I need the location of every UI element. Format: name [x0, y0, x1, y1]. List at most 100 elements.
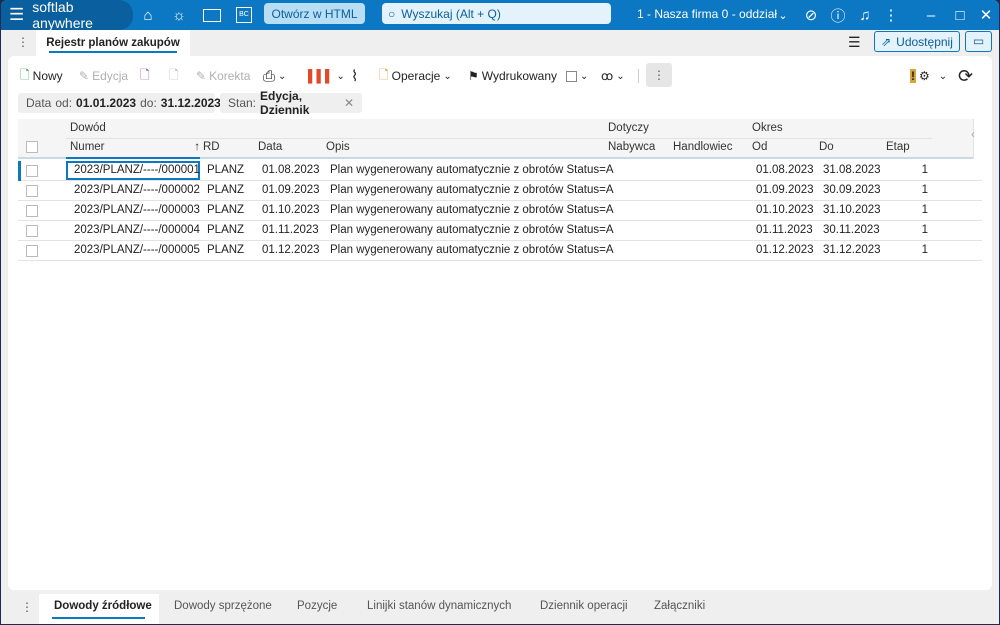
- cell-do: 30.11.2023: [823, 224, 880, 236]
- correction-button[interactable]: ✎ Korekta: [196, 66, 250, 86]
- table-row[interactable]: 2023/PLANZ/----/000005 PLANZ 01.12.2023 Pla…: [18, 241, 982, 261]
- lightbulb-icon[interactable]: ☼: [169, 5, 189, 25]
- cell-numer: 2023/PLANZ/----/000005: [74, 244, 200, 256]
- group-okres: Okres: [752, 122, 783, 134]
- cell-od: 01.11.2023: [756, 224, 813, 236]
- more-icon[interactable]: ⋮: [21, 600, 33, 614]
- tab-linijki-stanow[interactable]: Linijki stanów dynamicznych: [367, 600, 511, 612]
- tab-rejestr-planow-zakupow[interactable]: Rejestr planów zakupów: [36, 30, 190, 56]
- maximize-icon[interactable]: □: [952, 5, 968, 25]
- column-data[interactable]: Data: [258, 141, 282, 153]
- column-rd[interactable]: RD: [203, 141, 220, 153]
- chart-button[interactable]: ▌▌▌ ⌄: [308, 66, 345, 86]
- cell-etap: 1: [921, 204, 928, 216]
- close-icon[interactable]: ✕: [978, 5, 994, 25]
- tab-dowody-sprzezone[interactable]: Dowody sprzężone: [174, 600, 272, 612]
- chevron-down-icon: ⌄: [616, 70, 625, 82]
- cell-od: 01.10.2023: [756, 204, 814, 216]
- column-numer[interactable]: Numer ↑: [70, 141, 200, 153]
- help-icon[interactable]: ⓘ: [829, 5, 847, 25]
- tab-zalaczniki[interactable]: Załączniki: [654, 600, 705, 612]
- divider: [638, 69, 639, 83]
- row-selected-indicator: [18, 161, 21, 181]
- attachment-icon[interactable]: ⌇: [351, 66, 358, 86]
- printed-filter[interactable]: ⚑ Wydrukowany ⌄: [468, 66, 588, 86]
- delete-document-icon[interactable]: 🗋: [169, 66, 179, 86]
- tab-pozycje[interactable]: Pozycje: [297, 600, 337, 612]
- cell-numer: 2023/PLANZ/----/000003: [74, 204, 200, 216]
- chevron-down-icon[interactable]: ⌄: [776, 5, 790, 25]
- row-checkbox[interactable]: [26, 185, 38, 197]
- print-button[interactable]: ⎙ ⌄: [263, 66, 286, 86]
- menu-icon[interactable]: ☰: [9, 5, 24, 25]
- remove-filter-icon[interactable]: ✕: [344, 96, 354, 110]
- new-button[interactable]: 🗋 Nowy: [20, 66, 63, 86]
- column-opis[interactable]: Opis: [326, 141, 350, 153]
- table-row[interactable]: 2023/PLANZ/----/000001 PLANZ 01.08.2023 Pla…: [18, 161, 982, 181]
- select-all-checkbox[interactable]: [26, 141, 38, 153]
- chevron-down-icon: ⌄: [580, 70, 589, 82]
- table-row[interactable]: 2023/PLANZ/----/000002 PLANZ 01.09.2023 Pla…: [18, 181, 982, 201]
- operations-button[interactable]: 🗋 Operacje ⌄: [379, 66, 452, 86]
- list-view-icon[interactable]: ☰: [848, 34, 861, 51]
- search-input[interactable]: ○ Wyszukaj (Alt + Q): [382, 3, 611, 24]
- bc-icon[interactable]: BC: [235, 5, 253, 25]
- row-checkbox[interactable]: [26, 165, 38, 177]
- cell-data: 01.12.2023: [262, 244, 320, 256]
- collapse-panel-icon[interactable]: ‹: [971, 129, 975, 141]
- row-checkbox[interactable]: [26, 205, 38, 217]
- printed-checkbox[interactable]: [566, 70, 578, 82]
- more-icon[interactable]: ⋮: [884, 5, 899, 25]
- cell-opis: Plan wygenerowany automatycznie z obrotó…: [330, 184, 614, 196]
- edit-button[interactable]: ✎ Edycja: [79, 66, 128, 86]
- more-icon[interactable]: ⋮: [17, 35, 29, 49]
- cell-rd: PLANZ: [207, 224, 245, 236]
- chevron-down-icon: ⌄: [278, 70, 287, 82]
- column-nabywca[interactable]: Nabywca: [608, 141, 655, 153]
- mic-off-icon[interactable]: ⊘: [803, 5, 819, 25]
- bell-icon[interactable]: ♫: [856, 5, 874, 25]
- minimize-icon[interactable]: –: [923, 5, 939, 25]
- printer-icon: ⎙: [263, 67, 276, 85]
- firm-selector[interactable]: 1 - Nasza firma 0 - oddział: [637, 7, 777, 21]
- cell-rd: PLANZ: [207, 204, 245, 216]
- flag-icon: ⚑: [468, 69, 479, 83]
- row-checkbox[interactable]: [26, 245, 38, 257]
- news-icon[interactable]: [201, 5, 223, 25]
- edit-icon: ✎: [79, 69, 90, 83]
- cell-etap: 1: [921, 184, 928, 196]
- comment-button[interactable]: ▭: [965, 31, 992, 52]
- info-document-icon[interactable]: 🗋: [140, 66, 150, 86]
- date-filter-chip[interactable]: Data od: 01.01.2023 do: 31.12.2023: [18, 93, 221, 113]
- sort-ascending-icon: ↑: [194, 141, 200, 153]
- column-od[interactable]: Od: [752, 141, 767, 153]
- tab-dziennik-operacji[interactable]: Dziennik operacji: [540, 600, 628, 612]
- cell-do: 31.10.2023: [823, 204, 881, 216]
- brand[interactable]: ☰ softlab anywhere: [1, 0, 133, 31]
- table-row[interactable]: 2023/PLANZ/----/000003 PLANZ 01.10.2023 Pla…: [18, 201, 982, 221]
- group-dotyczy: Dotyczy: [608, 122, 649, 134]
- title-bar: ☰ softlab anywhere ⌂ ☼ BC Otwórz w HTML …: [1, 0, 999, 31]
- column-do[interactable]: Do: [819, 141, 834, 153]
- more-actions-button[interactable]: ⋮: [646, 63, 672, 87]
- column-handlowiec[interactable]: Handlowiec: [673, 141, 732, 153]
- state-filter-chip[interactable]: Stan: Edycja, Dziennik ✕: [220, 89, 362, 117]
- refresh-icon[interactable]: ⟳: [958, 66, 973, 86]
- chevron-down-icon: ⌄: [938, 70, 948, 82]
- table-row[interactable]: 2023/PLANZ/----/000004 PLANZ 01.11.2023 Pla…: [18, 221, 982, 241]
- row-checkbox[interactable]: [26, 225, 38, 237]
- steps-button[interactable]: ꝏ ⌄: [601, 66, 625, 86]
- cell-etap: 1: [921, 164, 928, 176]
- cell-data: 01.08.2023: [262, 164, 320, 176]
- correction-icon: ✎: [196, 69, 207, 83]
- column-etap[interactable]: Etap: [886, 141, 910, 153]
- operations-icon: 🗋: [379, 67, 389, 82]
- bottom-tabs: ⋮ Dowody źródłowe Dowody sprzężone Pozyc…: [1, 594, 999, 624]
- app-window: ☰ softlab anywhere ⌂ ☼ BC Otwórz w HTML …: [1, 0, 999, 624]
- settings-button[interactable]: ! ⚙ ⌄: [910, 66, 947, 86]
- open-html-button[interactable]: Otwórz w HTML: [264, 3, 365, 24]
- home-icon[interactable]: ⌂: [138, 5, 158, 25]
- footsteps-icon: ꝏ: [601, 69, 614, 83]
- share-button[interactable]: ⇗ Udostępnij: [874, 31, 960, 52]
- tab-dowody-zrodlowe[interactable]: Dowody źródłowe: [54, 600, 152, 612]
